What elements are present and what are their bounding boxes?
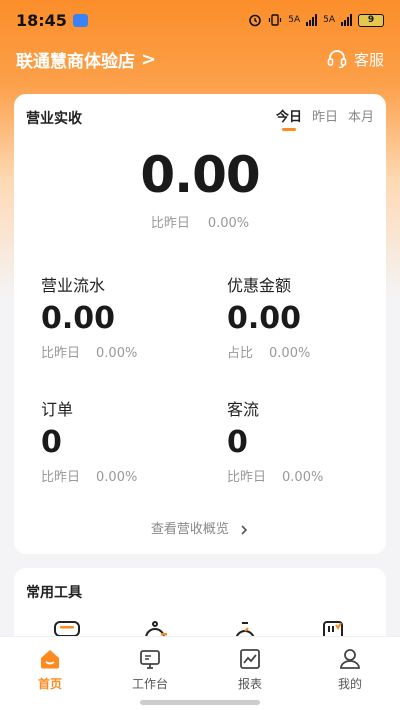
home-icon [41, 650, 59, 669]
overview-link-label: 查看营收概览 [150, 522, 229, 537]
chevron-right-icon [241, 524, 248, 535]
period-tabs: 今日 昨日 本月 [276, 106, 374, 131]
metric-label: 订单 [41, 400, 74, 419]
app-header: 联通慧商体验店 > 客服 [0, 40, 400, 78]
metric-label: 客流 [227, 400, 260, 419]
metric-value: 0 [227, 425, 248, 460]
revenue-title: 营业实收 [26, 111, 82, 127]
customer-service-button[interactable]: 客服 [326, 48, 384, 70]
tab-label: 我的 [337, 677, 362, 691]
metric-orders[interactable]: 订单 0 比昨日 0.00% [41, 396, 211, 485]
service-label: 客服 [353, 50, 384, 69]
metric-compare-label: 比昨日 [227, 470, 267, 485]
metric-compare-value: 0.00% [96, 470, 138, 485]
tools-title: 常用工具 [26, 585, 82, 601]
metric-turnover[interactable]: 营业流水 0.00 比昨日 0.00% [41, 272, 211, 361]
metric-discount[interactable]: 优惠金额 0.00 占比 0.00% [227, 272, 397, 361]
metric-compare: 比昨日 0.00% [41, 342, 211, 361]
vibrate-icon [269, 14, 282, 26]
alarm-icon [249, 14, 262, 27]
tab-label: 报表 [237, 677, 262, 691]
metric-compare-label: 比昨日 [41, 346, 81, 361]
metric-compare-value: 0.00% [282, 470, 324, 485]
status-time: 18:45 [16, 10, 67, 30]
metric-compare-label: 占比 [227, 346, 254, 361]
headset-icon [327, 50, 347, 69]
home-indicator [140, 700, 260, 705]
tab-label: 首页 [37, 677, 62, 691]
metric-compare-value: 0.00% [96, 346, 138, 361]
tab-home[interactable]: 首页 [0, 637, 100, 710]
metric-label: 优惠金额 [227, 276, 292, 295]
metric-compare: 占比 0.00% [227, 342, 397, 361]
metric-traffic[interactable]: 客流 0 比昨日 0.00% [227, 396, 397, 485]
tab-label: 工作台 [131, 677, 168, 691]
signal-icon [341, 14, 352, 26]
view-revenue-overview-link[interactable]: 查看营收概览 [14, 518, 386, 537]
tab-this-month[interactable]: 本月 [348, 106, 374, 131]
chevron-right-icon: > [141, 48, 157, 70]
metric-value: 0.00 [227, 301, 302, 336]
network-label-1: 5A [288, 15, 301, 25]
user-icon [340, 649, 360, 669]
tab-profile[interactable]: 我的 [300, 637, 400, 710]
tab-yesterday[interactable]: 昨日 [312, 106, 338, 131]
metric-value: 0.00 [41, 301, 116, 336]
metric-compare: 比昨日 0.00% [227, 466, 397, 485]
metric-label: 营业流水 [41, 276, 106, 295]
chart-icon [240, 649, 260, 669]
compare-label: 比昨日 [150, 216, 190, 231]
bottom-tab-bar: 首页 工作台 报表 我的 [0, 636, 400, 710]
signal-icon [306, 14, 318, 26]
metric-compare-label: 比昨日 [41, 470, 81, 485]
store-selector[interactable]: 联通慧商体验店 > [16, 47, 156, 72]
battery-icon: 9 [358, 13, 384, 27]
metric-compare: 比昨日 0.00% [41, 466, 211, 485]
chat-notification-icon [72, 13, 88, 27]
network-label-2: 5A [323, 15, 335, 25]
monitor-icon [140, 650, 160, 669]
store-name: 联通慧商体验店 [16, 51, 135, 72]
tab-today[interactable]: 今日 [276, 106, 302, 131]
revenue-card: 营业实收 今日 昨日 本月 0.00 比昨日 0.00% 营业流水 0.00 比昨… [14, 94, 386, 554]
compare-value: 0.00% [207, 216, 250, 231]
revenue-amount: 0.00 [140, 146, 260, 204]
metric-value: 0 [41, 425, 62, 460]
metric-compare-value: 0.00% [269, 346, 311, 361]
status-bar: 18:45 5A 5A 9 [0, 0, 400, 40]
status-indicators: 5A 5A 9 [248, 13, 384, 27]
revenue-compare: 比昨日 0.00% [14, 212, 386, 231]
